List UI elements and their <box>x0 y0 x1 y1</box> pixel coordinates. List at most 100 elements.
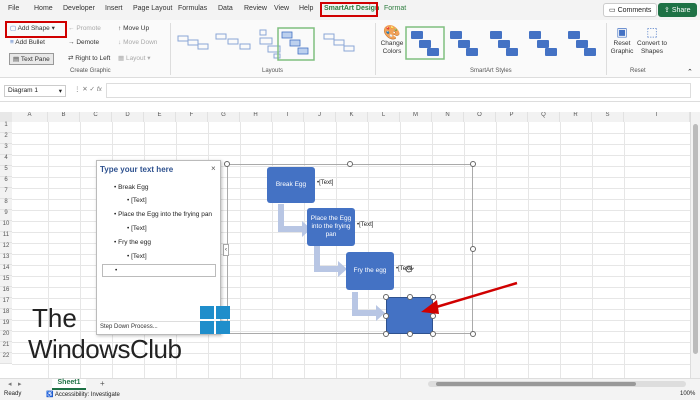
right-to-left-button[interactable]: ⇄ Right to Left <box>68 54 110 62</box>
row-header[interactable]: 4 <box>0 155 12 166</box>
row-header[interactable]: 12 <box>0 243 12 254</box>
text-pane-item-active[interactable]: • <box>102 264 216 277</box>
tab-data[interactable]: Data <box>218 5 233 12</box>
column-header[interactable]: D <box>112 112 144 122</box>
scrollbar-thumb[interactable] <box>693 124 698 354</box>
column-header[interactable]: M <box>400 112 432 122</box>
move-down-button[interactable]: ↓ Move Down <box>118 39 157 46</box>
demote-button[interactable]: → Demote <box>68 39 99 46</box>
smartart-shape[interactable]: Place the Egg into the frying pan <box>307 208 355 246</box>
share-button[interactable]: ⇪ Share <box>658 3 697 17</box>
tab-help[interactable]: Help <box>299 5 313 12</box>
resize-handle[interactable] <box>383 331 389 337</box>
row-header[interactable]: 7 <box>0 188 12 199</box>
add-sheet-button[interactable]: + <box>100 379 105 388</box>
column-header[interactable]: B <box>48 112 80 122</box>
name-box[interactable]: Diagram 1 ▾ <box>4 85 66 97</box>
column-header[interactable]: I <box>272 112 304 122</box>
text-pane-item[interactable]: • [Text] <box>127 253 147 260</box>
layout-button[interactable]: ▦ Layout ▾ <box>118 54 151 62</box>
column-header[interactable]: H <box>240 112 272 122</box>
row-header[interactable]: 17 <box>0 298 12 309</box>
text-pane-item[interactable]: • Place the Egg into the frying pan <box>114 211 212 218</box>
text-pane-item[interactable]: • Break Egg <box>114 184 148 191</box>
column-header[interactable]: O <box>464 112 496 122</box>
row-header[interactable]: 11 <box>0 232 12 243</box>
change-colors-button[interactable]: 🎨 Change Colors <box>380 24 404 56</box>
tab-page-layout[interactable]: Page Layout <box>133 5 172 12</box>
row-header[interactable]: 3 <box>0 144 12 155</box>
column-header[interactable]: J <box>304 112 336 122</box>
tab-format[interactable]: Format <box>384 5 406 12</box>
column-header[interactable]: K <box>336 112 368 122</box>
column-header[interactable]: T <box>624 112 690 122</box>
column-header[interactable]: L <box>368 112 400 122</box>
tab-developer[interactable]: Developer <box>63 5 95 12</box>
resize-handle[interactable] <box>224 161 230 167</box>
text-pane-button[interactable]: ▤ Text Pane <box>9 53 54 65</box>
resize-handle[interactable] <box>470 246 476 252</box>
column-header[interactable]: F <box>176 112 208 122</box>
column-header[interactable]: P <box>496 112 528 122</box>
tab-home[interactable]: Home <box>34 5 53 12</box>
column-header[interactable]: R <box>560 112 592 122</box>
row-header[interactable]: 2 <box>0 133 12 144</box>
text-pane-toggle[interactable]: ‹ <box>223 244 229 256</box>
row-header[interactable]: 1 <box>0 122 12 133</box>
row-header[interactable]: 18 <box>0 309 12 320</box>
shape-sub-text[interactable]: •[Text] <box>317 180 333 186</box>
zoom-level[interactable]: 100% <box>680 391 695 397</box>
text-pane-item[interactable]: • [Text] <box>127 225 147 232</box>
column-header[interactable]: G <box>208 112 240 122</box>
tab-file[interactable]: File <box>8 5 19 12</box>
smartart-shape[interactable]: Fry the egg <box>346 252 394 290</box>
resize-handle[interactable] <box>383 313 389 319</box>
fx-icon[interactable]: fx <box>97 86 102 93</box>
row-header[interactable]: 5 <box>0 166 12 177</box>
row-header[interactable]: 14 <box>0 265 12 276</box>
layouts-gallery[interactable] <box>174 26 374 62</box>
text-pane-item[interactable]: • Fry the egg <box>114 239 151 246</box>
row-header[interactable]: 15 <box>0 276 12 287</box>
convert-to-shapes-button[interactable]: ⬚ Convert to Shapes <box>637 24 667 56</box>
column-header[interactable]: Q <box>528 112 560 122</box>
row-header[interactable]: 9 <box>0 210 12 221</box>
row-header[interactable]: 6 <box>0 177 12 188</box>
add-bullet-button[interactable]: ≡ Add Bullet <box>10 39 45 46</box>
tab-view[interactable]: View <box>274 5 289 12</box>
tab-formulas[interactable]: Formulas <box>178 5 207 12</box>
formula-input[interactable] <box>106 83 691 98</box>
resize-handle[interactable] <box>470 161 476 167</box>
column-header[interactable]: E <box>144 112 176 122</box>
smartart-shape[interactable]: Break Egg <box>267 167 315 203</box>
select-all-corner[interactable] <box>0 112 12 122</box>
column-header[interactable]: N <box>432 112 464 122</box>
collapse-ribbon-icon[interactable]: ⌃ <box>687 68 693 76</box>
smartart-styles-gallery[interactable] <box>404 26 604 62</box>
row-header[interactable]: 22 <box>0 353 12 364</box>
sheet-nav-right-icon[interactable]: ▸ <box>18 380 22 388</box>
sheet-tab-sheet1[interactable]: Sheet1 <box>52 379 86 390</box>
column-header[interactable]: S <box>592 112 624 122</box>
tab-insert[interactable]: Insert <box>105 5 123 12</box>
resize-handle[interactable] <box>470 331 476 337</box>
row-header[interactable]: 13 <box>0 254 12 265</box>
shape-sub-text[interactable]: •[Text] <box>357 222 373 228</box>
resize-handle[interactable] <box>430 331 436 337</box>
reset-graphic-button[interactable]: ▣ Reset Graphic <box>609 24 635 56</box>
move-up-button[interactable]: ↑ Move Up <box>118 25 149 32</box>
tab-review[interactable]: Review <box>244 5 267 12</box>
close-icon[interactable]: × <box>211 164 216 173</box>
row-header[interactable]: 8 <box>0 199 12 210</box>
promote-button[interactable]: ← Promote <box>68 25 101 32</box>
column-header[interactable]: A <box>12 112 48 122</box>
resize-handle[interactable] <box>407 331 413 337</box>
row-header[interactable]: 16 <box>0 287 12 298</box>
row-header[interactable]: 19 <box>0 320 12 331</box>
resize-handle[interactable] <box>383 294 389 300</box>
comments-button[interactable]: ▭ Comments <box>603 3 658 17</box>
horizontal-scrollbar[interactable] <box>428 381 686 387</box>
rotate-handle-icon[interactable]: ⟳ <box>405 263 414 276</box>
accessibility-status[interactable]: ♿ Accessibility: Investigate <box>46 391 120 398</box>
row-header[interactable]: 21 <box>0 342 12 353</box>
